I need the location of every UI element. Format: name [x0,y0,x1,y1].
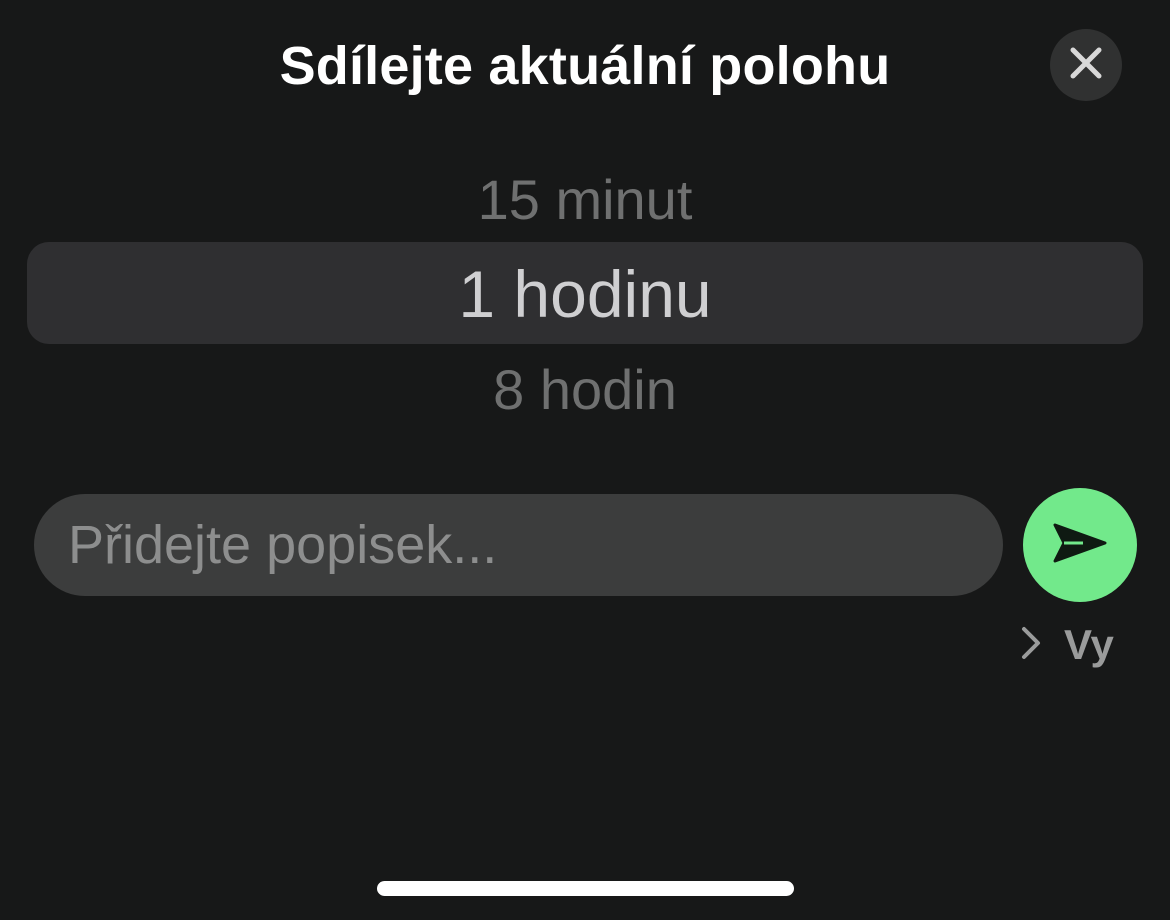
send-button[interactable] [1023,488,1137,602]
chevron-right-icon [1020,625,1042,666]
recipient-selector[interactable]: Vy [1020,620,1114,670]
duration-picker[interactable]: 15 minut 1 hodinu 8 hodin [0,150,1170,440]
sheet-title: Sdílejte aktuální polohu [279,36,891,96]
caption-field[interactable] [34,494,1003,596]
recipient-label: Vy [1064,621,1114,668]
home-indicator [377,881,794,896]
share-location-sheet: Sdílejte aktuální polohu 15 minut 1 hodi… [0,0,1170,920]
caption-input[interactable] [66,513,971,577]
close-icon [1069,46,1103,85]
send-icon [1053,523,1107,568]
picker-option-1-hour[interactable]: 1 hodinu [0,256,1170,332]
picker-option-15-minutes[interactable]: 15 minut [0,170,1170,230]
close-button[interactable] [1050,29,1122,101]
picker-option-8-hours[interactable]: 8 hodin [0,360,1170,420]
